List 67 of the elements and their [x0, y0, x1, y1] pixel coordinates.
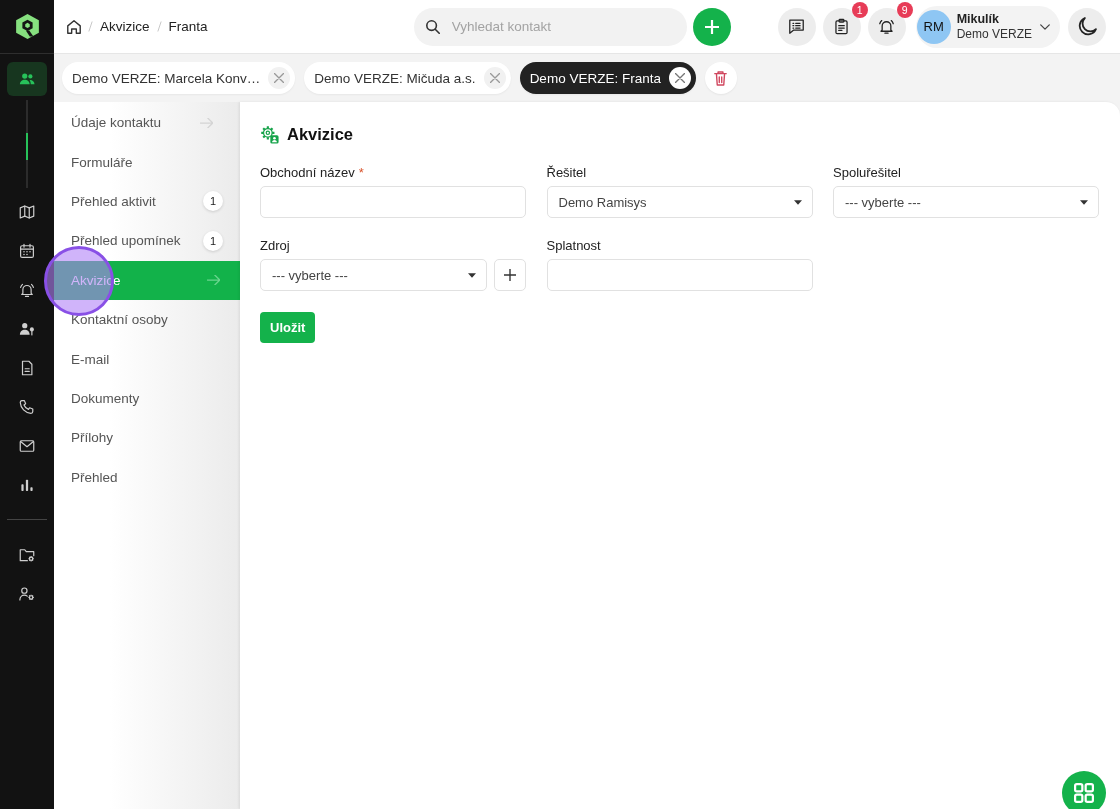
field-label: Řešitel — [546, 165, 588, 181]
select-field[interactable]: Demo Ramisys — [546, 186, 813, 218]
close-icon — [274, 73, 285, 83]
input-field[interactable] — [546, 259, 813, 291]
search-icon — [425, 19, 440, 34]
field-label: Spoluřešitel — [833, 165, 902, 181]
plus-icon — [704, 19, 719, 34]
close-icon — [489, 73, 500, 83]
close-icon — [674, 73, 685, 83]
user-name: Mikulík — [956, 12, 1000, 26]
section-menu-item[interactable]: Přehled aktivit 1 — [54, 181, 240, 222]
plus-icon — [504, 269, 516, 281]
gear-person-icon — [260, 124, 279, 144]
home-icon[interactable] — [67, 19, 81, 34]
add-option-button[interactable] — [494, 259, 526, 291]
section-menu-item[interactable]: Kontaktní osoby — [54, 299, 240, 340]
bell-icon — [877, 17, 897, 36]
search-field[interactable]: Vyhledat kontakt — [413, 7, 687, 46]
tab[interactable]: Demo VERZE: Mičuda a.s. — [304, 62, 511, 94]
field-label: Splatnost — [546, 238, 602, 254]
breadcrumb-current: Franta — [168, 19, 208, 34]
notifications-button[interactable] — [867, 7, 906, 46]
count-badge: 9 — [896, 1, 913, 18]
chat-button[interactable] — [777, 7, 816, 46]
section-menu-item[interactable]: Dokumenty — [54, 378, 240, 419]
field-label: Zdroj — [260, 238, 291, 254]
caret-down-icon — [1080, 199, 1088, 205]
field-label: Obchodní název * — [260, 165, 365, 181]
logo-icon[interactable] — [15, 14, 39, 39]
section-menu-item[interactable]: Přehled — [54, 457, 240, 497]
chat-icon — [787, 17, 807, 36]
moon-icon — [1077, 17, 1097, 36]
phone-icon — [18, 397, 36, 416]
user-menu-button[interactable]: RM Mikulík Demo VERZE — [915, 5, 1060, 48]
trash-icon — [714, 70, 728, 86]
section-menu-item[interactable]: Přehled upomínek 1 — [54, 221, 240, 261]
tab[interactable]: Demo VERZE: Franta — [519, 62, 696, 94]
user-gear-icon — [18, 584, 36, 603]
select-field[interactable]: --- vyberte --- — [833, 186, 1099, 218]
map-icon — [18, 202, 36, 221]
user-avatar: RM — [916, 9, 951, 44]
page-title: Akvizice — [287, 124, 354, 144]
calendar-icon — [18, 241, 36, 260]
section-menu-item[interactable]: Přílohy — [54, 418, 240, 458]
breadcrumb-separator-icon — [156, 20, 162, 33]
count-badge: 1 — [851, 1, 868, 18]
grid-icon — [1074, 783, 1094, 803]
caret-down-icon — [793, 199, 802, 205]
chevron-down-icon — [1040, 23, 1050, 30]
clipboard-button[interactable] — [822, 7, 861, 46]
count-badge: 1 — [203, 230, 223, 251]
breadcrumb-link[interactable]: Akvizice — [100, 19, 150, 34]
close-tab-button[interactable] — [668, 67, 691, 89]
tab[interactable]: Demo VERZE: Marcela Konv… — [62, 62, 296, 94]
add-button[interactable] — [692, 7, 731, 46]
delete-button[interactable] — [704, 62, 737, 94]
user-company: Demo VERZE — [956, 27, 1032, 41]
section-menu-item[interactable]: Formuláře — [54, 142, 240, 182]
count-badge: 1 — [203, 191, 223, 212]
theme-toggle-button[interactable] — [1068, 7, 1106, 46]
section-menu-item[interactable]: Údaje kontaktu — [54, 103, 240, 143]
section-menu-item[interactable]: E-mail — [54, 339, 240, 379]
select-field[interactable]: --- vyberte --- — [260, 259, 487, 291]
caret-down-icon — [468, 272, 476, 278]
nav-rail-button[interactable] — [7, 62, 47, 96]
breadcrumb-separator-icon — [88, 20, 93, 33]
input-field[interactable] — [260, 186, 526, 218]
